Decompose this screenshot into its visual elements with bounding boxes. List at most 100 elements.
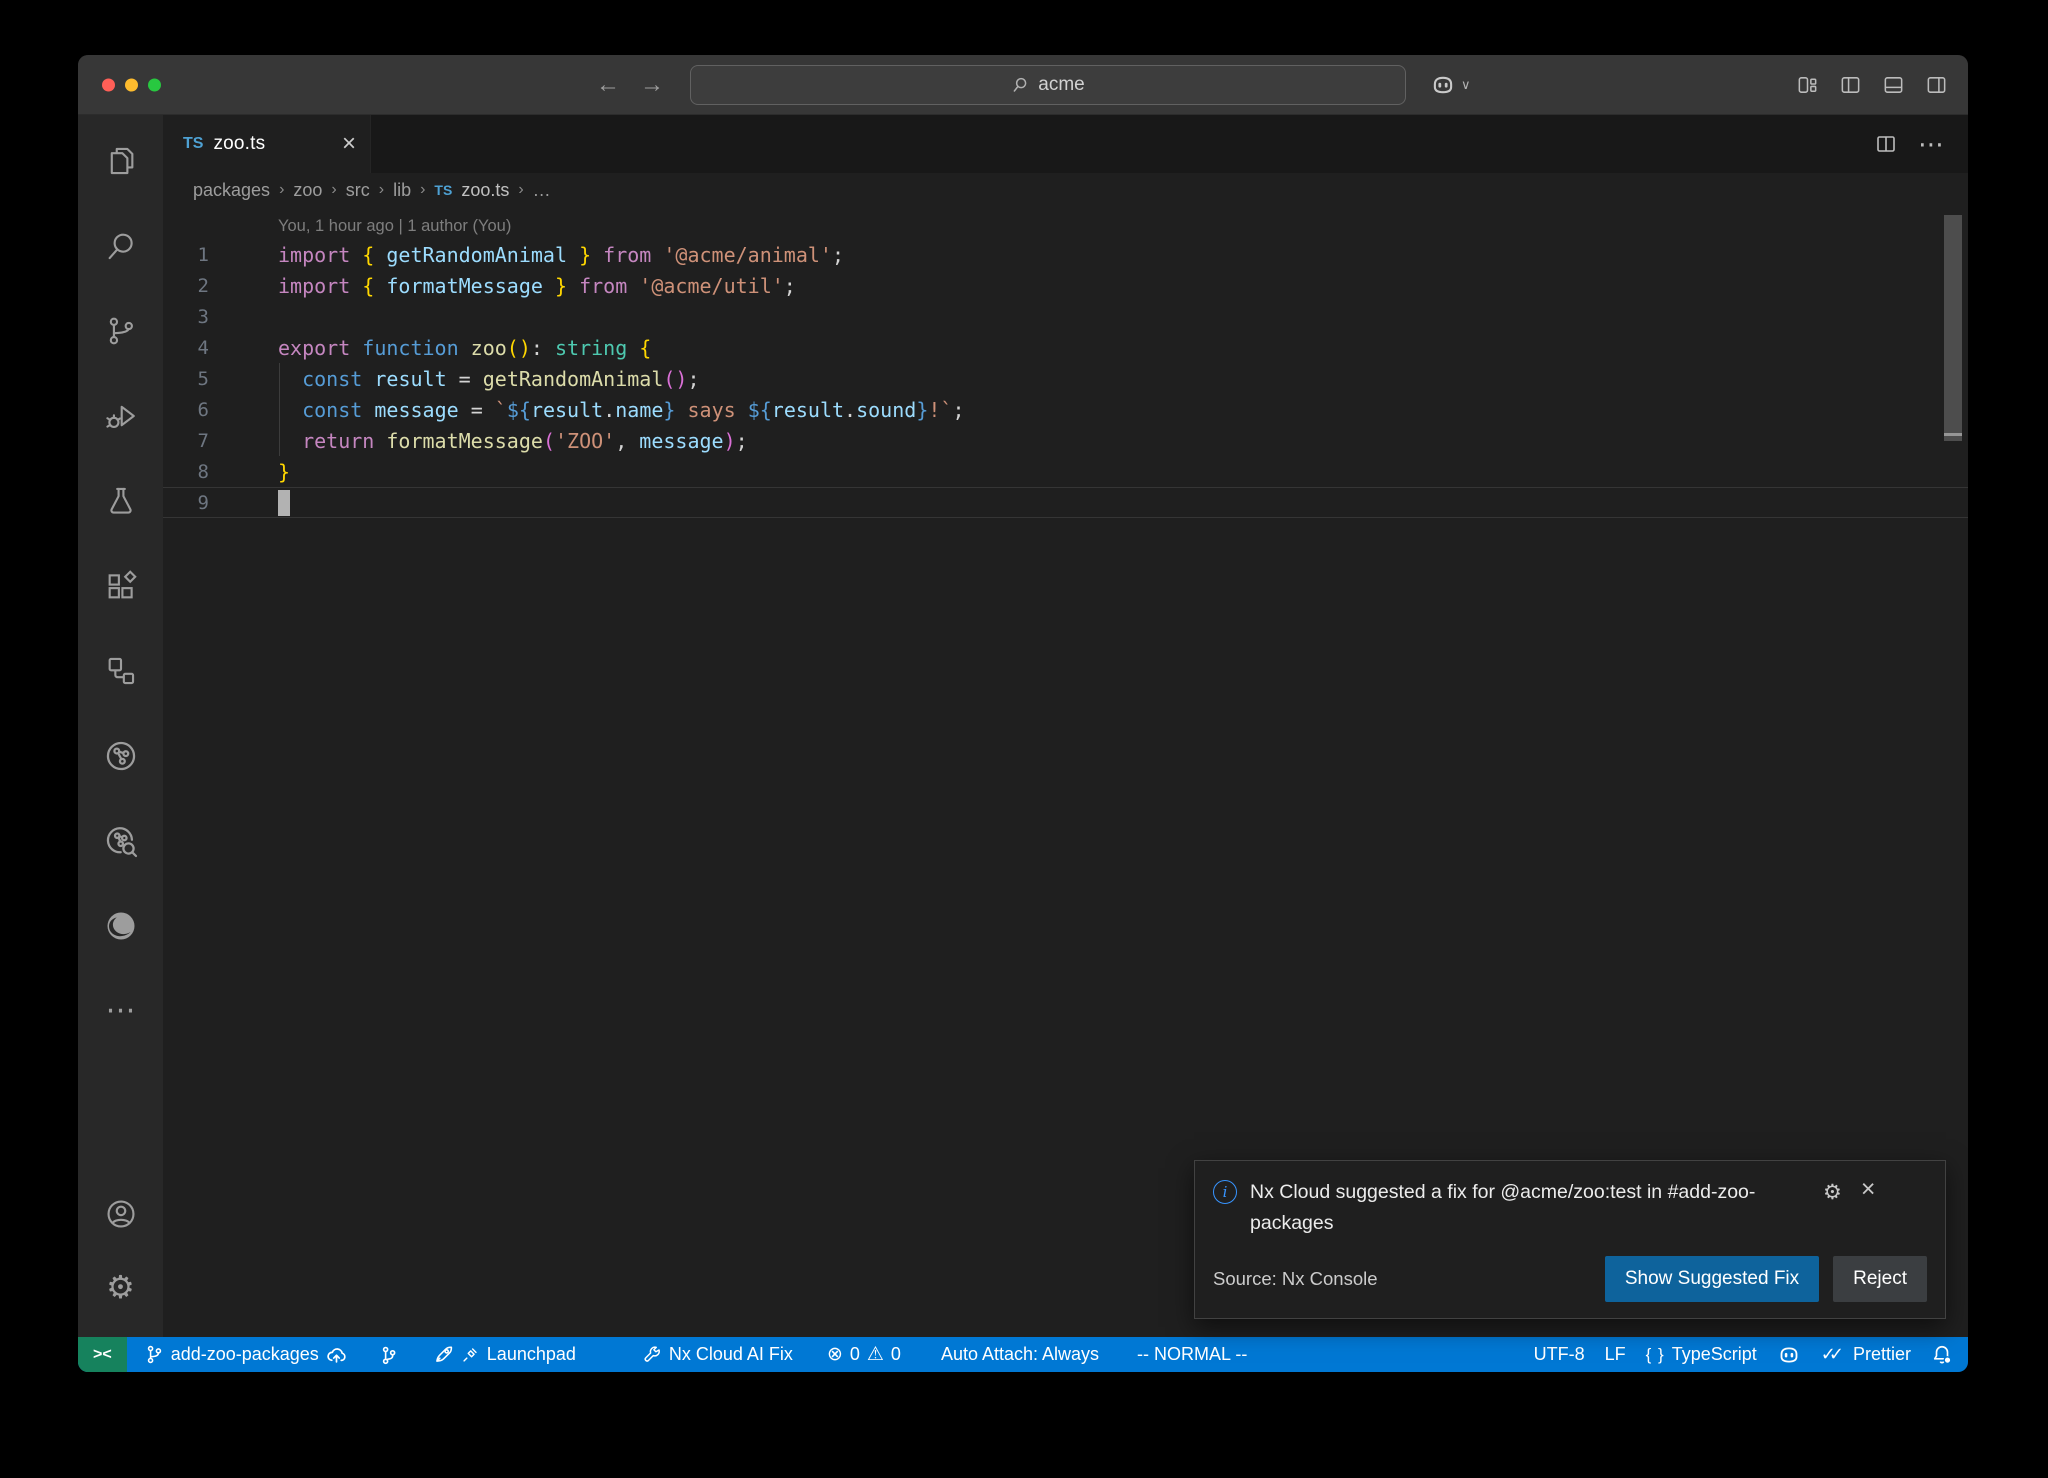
command-center-search[interactable]: acme [690,65,1406,105]
vscode-window: ← → acme ∨ [78,55,1968,1372]
warnings-icon: ⚠ [867,1345,884,1364]
plug-icon [461,1345,480,1364]
branch-icon [145,1345,164,1364]
code-line-4[interactable]: 4export function zoo(): string { [163,332,1968,363]
launchpad-item[interactable]: Launchpad [423,1337,586,1372]
tab-zoo-ts[interactable]: TS zoo.ts × [163,115,371,173]
line-number: 3 [163,306,209,328]
git-branch-item[interactable]: add-zoo-packages [135,1337,357,1372]
encoding-item[interactable]: UTF-8 [1524,1337,1595,1372]
minimize-window-button[interactable] [125,78,138,91]
notification-source: Source: Nx Console [1213,1268,1378,1290]
remote-icon: >< [93,1346,112,1364]
braces-icon: { } [1646,1345,1665,1365]
commit-graph-icon [379,1345,399,1365]
toggle-primary-sidebar-icon[interactable] [1839,73,1862,96]
more-views-icon[interactable]: ⋯ [78,968,163,1053]
history-navigation: ← → [596,71,664,99]
toggle-secondary-sidebar-icon[interactable] [1925,73,1948,96]
nx-cloud-ai-fix-item[interactable]: Nx Cloud AI Fix [632,1337,803,1372]
nx-cloud-icon[interactable] [78,713,163,798]
reject-button[interactable]: Reject [1833,1256,1927,1302]
line-content: return formatMessage('ZOO', message); [209,429,748,453]
copilot-icon [1777,1343,1801,1367]
more-actions-icon[interactable]: ⋯ [1918,129,1946,160]
nx-project-graph-icon[interactable] [78,798,163,883]
language-mode-item[interactable]: { } TypeScript [1636,1337,1767,1372]
settings-gear-icon[interactable]: ⚙ [78,1250,163,1323]
breadcrumb-item-lib[interactable]: lib [393,180,411,201]
back-button[interactable]: ← [596,71,620,99]
line-content: import { formatMessage } from '@acme/uti… [209,274,796,298]
breadcrumb-item-packages[interactable]: packages [193,180,270,201]
tab-bar: TS zoo.ts × ⋯ [163,115,1968,173]
search-value: acme [1038,74,1084,96]
line-content: import { getRandomAnimal } from '@acme/a… [209,243,844,267]
forward-button[interactable]: → [640,71,664,99]
breadcrumb-item-file[interactable]: zoo.ts [461,180,509,201]
problems-item[interactable]: ⊗ 0 ⚠ 0 [817,1337,911,1372]
zoom-window-button[interactable] [148,78,161,91]
search-icon [1011,76,1029,94]
wrench-icon [642,1345,662,1365]
close-window-button[interactable] [102,78,115,91]
commit-graph-item[interactable] [369,1337,409,1372]
editor-scrollbar[interactable] [1944,215,1962,441]
line-number: 5 [163,368,209,390]
code-line-1[interactable]: 1import { getRandomAnimal } from '@acme/… [163,239,1968,270]
activity-bar: ⋯ ⚙ [78,115,163,1337]
testing-icon[interactable] [78,458,163,543]
copilot-menu[interactable]: ∨ [1430,72,1471,98]
extensions-icon[interactable] [78,543,163,628]
split-editor-icon[interactable] [1874,132,1898,156]
search-view-icon[interactable] [78,203,163,288]
code-line-6[interactable]: 6 const message = `${result.name} says $… [163,394,1968,425]
line-content: const message = `${result.name} says ${r… [209,398,965,422]
code-line-3[interactable]: 3 [163,301,1968,332]
close-tab-icon[interactable]: × [342,132,356,156]
line-number: 7 [163,430,209,452]
breadcrumb-separator: › [518,181,523,199]
line-number: 4 [163,337,209,359]
explorer-icon[interactable] [78,118,163,203]
breadcrumb-overflow[interactable]: … [533,180,551,201]
typescript-file-icon: TS [434,182,452,198]
copilot-icon [1430,72,1456,98]
run-and-debug-icon[interactable] [78,373,163,458]
code-line-5[interactable]: 5 const result = getRandomAnimal(); [163,363,1968,394]
check-all-icon: ✓✓ [1821,1344,1837,1365]
titlebar: ← → acme ∨ [78,55,1968,115]
tab-label: zoo.ts [213,133,265,155]
layout-controls [1796,73,1948,96]
copilot-status-item[interactable] [1767,1337,1811,1372]
breadcrumb[interactable]: packages›zoo›src›lib›TSzoo.ts›… [163,173,1968,207]
remote-indicator[interactable]: >< [78,1337,127,1372]
window-controls [102,78,161,91]
errors-icon: ⊗ [827,1345,843,1364]
eol-item[interactable]: LF [1595,1337,1636,1372]
code-line-7[interactable]: 7 return formatMessage('ZOO', message); [163,425,1968,456]
code-lines: 1import { getRandomAnimal } from '@acme/… [163,239,1968,518]
auto-attach-item[interactable]: Auto Attach: Always [931,1337,1109,1372]
code-line-8[interactable]: 8} [163,456,1968,487]
notification-message: Nx Cloud suggested a fix for @acme/zoo:t… [1250,1177,1810,1240]
breadcrumb-item-src[interactable]: src [346,180,370,201]
notifications-bell-item[interactable] [1921,1337,1968,1372]
code-line-2[interactable]: 2import { formatMessage } from '@acme/ut… [163,270,1968,301]
accounts-icon[interactable] [78,1177,163,1250]
breadcrumb-item-zoo[interactable]: zoo [293,180,322,201]
notification-settings-icon[interactable]: ⚙ [1823,1180,1842,1205]
vim-mode-item[interactable]: -- NORMAL -- [1127,1337,1257,1372]
line-number: 9 [163,492,209,514]
code-line-9[interactable]: 9 [163,487,1968,518]
nx-console-icon[interactable] [78,628,163,713]
source-control-icon[interactable] [78,288,163,373]
formatter-item[interactable]: ✓✓ Prettier [1811,1337,1921,1372]
show-suggested-fix-button[interactable]: Show Suggested Fix [1605,1256,1819,1302]
breadcrumb-separator: › [331,181,336,199]
edge-tools-icon[interactable] [78,883,163,968]
toggle-panel-icon[interactable] [1882,73,1905,96]
notification-close-icon[interactable]: × [1861,1177,1876,1202]
customize-layout-icon[interactable] [1796,73,1819,96]
indent-guide [279,363,280,456]
